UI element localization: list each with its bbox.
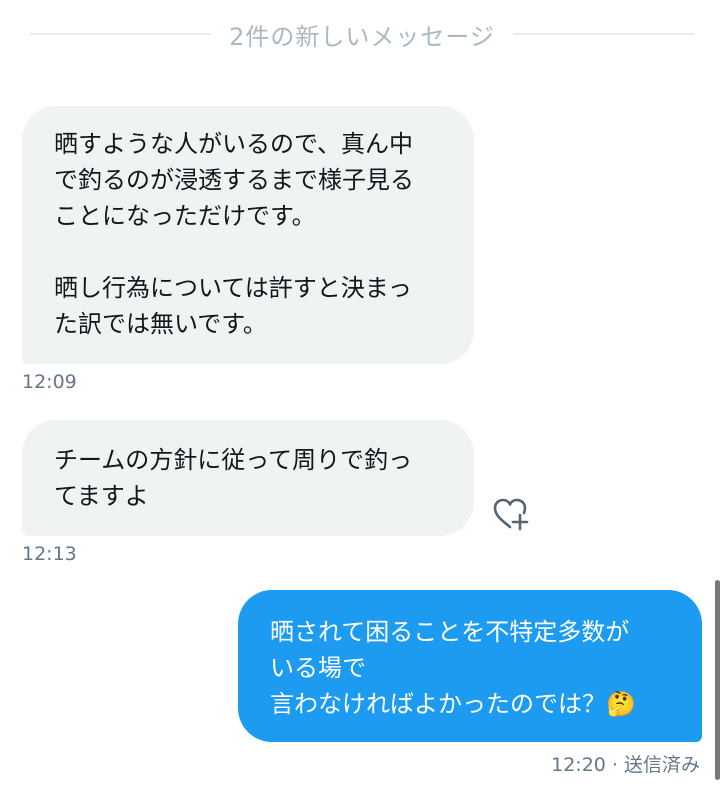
divider-line-left	[30, 33, 212, 35]
message-timestamp: 12:09	[22, 371, 77, 393]
dm-conversation: 2件の新しいメッセージ 晒すような人がいるので、真ん中 で釣るのが浸透するまで様…	[0, 0, 724, 800]
add-reaction-button[interactable]	[490, 494, 530, 534]
received-message-bubble[interactable]: 晒すような人がいるので、真ん中 で釣るのが浸透するまで様子見る ことになっただけ…	[22, 106, 474, 364]
message-timestamp: 12:13	[22, 543, 77, 565]
new-messages-label: 2件の新しいメッセージ	[229, 22, 495, 51]
sent-message-bubble[interactable]: 晒されて困ることを不特定多数が いる場で 言わなければよかったのでは？🤔	[238, 590, 702, 742]
received-message-bubble[interactable]: チームの方針に従って周りで釣っ てますよ	[22, 420, 474, 536]
scrollbar[interactable]	[715, 580, 720, 780]
heart-plus-icon	[493, 498, 529, 531]
divider-line-right	[512, 33, 695, 35]
message-timestamp-sent-status: 12:20 · 送信済み	[551, 754, 700, 776]
new-messages-divider: 2件の新しいメッセージ	[30, 12, 695, 56]
